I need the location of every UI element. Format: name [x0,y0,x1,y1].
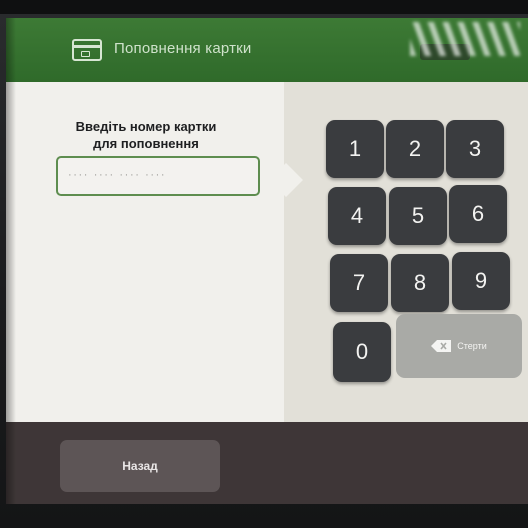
prompt-line-1: Введіть номер картки [75,119,217,134]
key-7[interactable]: 7 [330,254,388,312]
key-1[interactable]: 1 [326,120,384,178]
atm-screen: Поповнення картки Введіть номер картки д… [6,18,528,504]
card-number-field[interactable]: ···· ···· ···· ···· [56,156,260,196]
backspace-icon [431,340,452,352]
page-title: Поповнення картки [114,40,252,57]
key-4[interactable]: 4 [328,187,386,245]
erase-button[interactable]: Стерти [396,314,522,378]
back-button[interactable]: Назад [60,440,220,492]
card-icon [72,39,102,61]
prompt-line-2: для поповнення [93,136,199,151]
key-9[interactable]: 9 [452,252,510,310]
erase-label: Стерти [457,341,487,351]
screen-glare [410,22,520,56]
key-6[interactable]: 6 [449,185,507,243]
screen-edge-shadow [6,18,16,504]
key-2[interactable]: 2 [386,120,444,178]
card-number-prompt: Введіть номер картки для поповнення [60,118,232,152]
card-number-placeholder: ···· ···· ···· ···· [68,169,167,181]
key-3[interactable]: 3 [446,120,504,178]
key-8[interactable]: 8 [391,254,449,312]
bezel-top-edge [0,0,528,14]
key-0[interactable]: 0 [333,322,391,382]
header-bar: Поповнення картки [6,18,528,82]
key-5[interactable]: 5 [389,187,447,245]
